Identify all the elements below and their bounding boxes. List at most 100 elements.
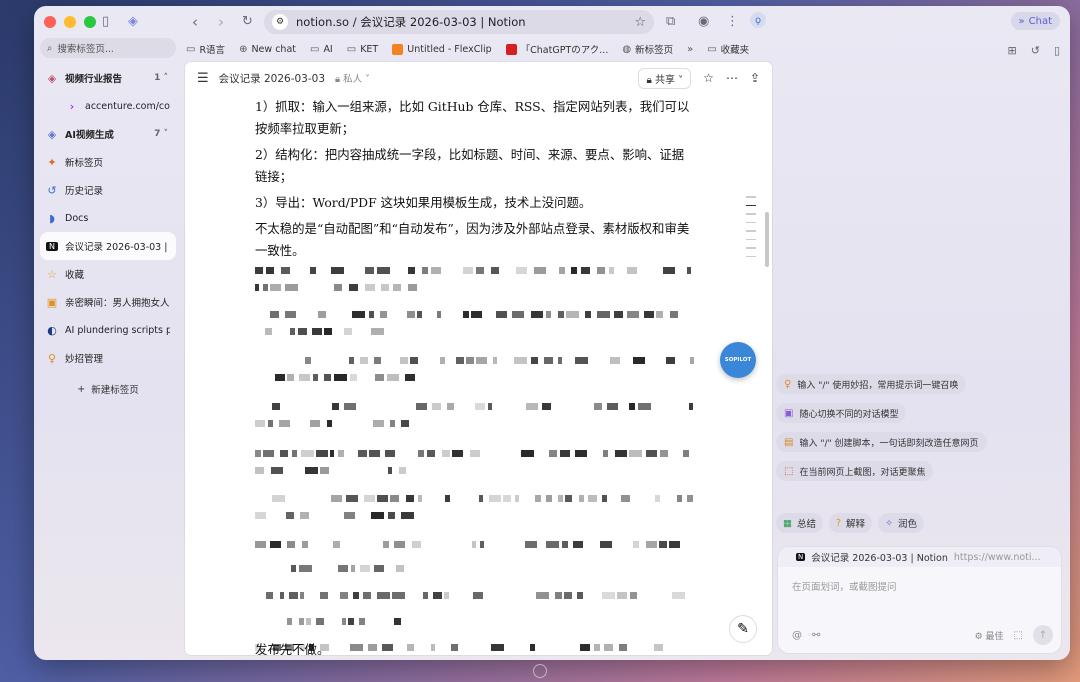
redaction-block [536, 592, 549, 599]
scrollbar[interactable] [765, 212, 769, 267]
sidebar-item-intimate[interactable]: ▣ 亲密瞬间：男人拥抱女人 [40, 288, 176, 316]
chat-button[interactable]: » Chat [1010, 12, 1060, 30]
sidebar-item-meeting-notes[interactable]: N 会议记录 2026-03-03 | N [40, 232, 176, 260]
redaction-block [672, 592, 685, 599]
extensions-icon[interactable]: ⧉ [666, 14, 675, 29]
layers-icon[interactable]: ◈ [128, 14, 138, 29]
address-bar[interactable]: ⚙ notion.so / 会议记录 2026-03-03 | Notion ☆ [264, 10, 654, 34]
flexclip-icon [392, 43, 404, 55]
sidebar-item-history[interactable]: ↺ 历史记录 [40, 176, 176, 204]
settings-sliders-icon[interactable]: ⚯ [812, 630, 820, 641]
redaction-block [646, 450, 657, 457]
chat-input-box: N 会议记录 2026-03-03 | Notion https://www.n… [777, 546, 1062, 654]
polish-button[interactable]: ✧ 润色 [878, 513, 925, 533]
site-settings-icon[interactable]: ⚙ [272, 14, 288, 30]
bookmark-item[interactable]: ▭ 收藏夹 [707, 42, 749, 57]
bookmark-item[interactable]: 「ChatGPTのアク... [505, 42, 608, 56]
maximize-window-button[interactable] [84, 16, 96, 28]
paragraph[interactable]: 1）抓取：输入一组来源，比如 GitHub 仓库、RSS、指定网站列表，我们可以… [255, 96, 695, 140]
redaction-block [562, 541, 568, 548]
bookmark-item[interactable]: ▭ AI [310, 44, 333, 55]
bookmark-item[interactable]: ▭ KET [347, 44, 379, 55]
redaction-block [377, 495, 388, 502]
close-window-button[interactable] [44, 16, 56, 28]
redaction-block [408, 284, 417, 291]
privacy-badge[interactable]: 🔒︎ 私人 ˅ [335, 71, 370, 85]
share-button[interactable]: 🔒︎ 共享 ˅ [638, 67, 692, 89]
sidebar-item-accenture[interactable]: › accenture.com/conte [40, 92, 176, 120]
sidebar-item-favorites[interactable]: ☆ 收藏 [40, 260, 176, 288]
favorite-star-icon[interactable]: ☆ [703, 71, 714, 85]
write-assistant-button[interactable]: ✎ [729, 615, 757, 643]
redaction-block [360, 565, 370, 572]
sidebar-item-ai-video[interactable]: ◈ AI视频生成 7 ˅ [40, 120, 176, 148]
redaction-block [594, 403, 602, 410]
tip-chip[interactable]: ♀ 输入 "/" 使用妙招，常用提示词一键召唤 [776, 374, 967, 394]
mention-icon[interactable]: @ [792, 630, 802, 641]
sidebar-item-new-tab-page[interactable]: ✦ 新标签页 [40, 148, 176, 176]
url-text: notion.so / 会议记录 2026-03-03 | Notion [296, 15, 526, 29]
sidebar-item-docs[interactable]: ◗ Docs [40, 204, 176, 232]
redaction-block [579, 495, 584, 502]
tab-search-input[interactable]: ⌕ 搜索标签页... [40, 38, 176, 58]
redaction-block [350, 644, 363, 651]
table-of-contents[interactable] [746, 196, 756, 257]
paragraph[interactable]: 3）导出：Word/PDF 这块如果用模板生成，技术上没问题。 [255, 192, 695, 214]
more-icon[interactable]: ⋯ [726, 71, 738, 85]
redaction-block [534, 267, 546, 274]
bookmark-item[interactable]: Untitled - FlexClip [392, 43, 492, 55]
summarize-button[interactable]: ▦ 总结 [776, 513, 823, 533]
explain-button[interactable]: ? 解释 [829, 513, 873, 533]
redaction-block [275, 374, 285, 381]
paragraph[interactable]: 发布先不做。 [255, 640, 329, 655]
redaction-block [392, 592, 405, 599]
page-title[interactable]: 会议记录 2026-03-03 [219, 71, 325, 86]
panel-layout-icon[interactable]: ▯ [1054, 44, 1060, 57]
history-icon: ↺ [47, 183, 57, 197]
redaction-block [418, 495, 422, 502]
reload-icon[interactable]: ↻ [242, 14, 253, 29]
bookmark-item[interactable]: ▭ R语言 [186, 42, 225, 57]
back-icon[interactable]: ‹ [192, 13, 198, 31]
toc-line [746, 230, 756, 232]
redaction-block [655, 495, 660, 502]
sidebar-item-video-report[interactable]: ◈ 视频行业报告 1 ˄ [40, 64, 176, 92]
menu-icon[interactable]: ☰ [197, 71, 209, 86]
paragraph[interactable]: 2）结构化：把内容抽成统一字段，比如标题、时间、来源、要点、影响、证据链接； [255, 144, 695, 188]
sopilot-button[interactable]: SOPILOT [720, 342, 756, 378]
redaction-block [338, 450, 344, 457]
tip-chip[interactable]: ⬚ 在当前网页上截图，对话更聚焦 [776, 461, 934, 481]
paragraph[interactable]: 不太稳的是“自动配图”和“自动发布”，因为涉及外部站点登录、素材版权和审美一致性… [255, 218, 695, 262]
bookmarks-overflow[interactable]: » [687, 44, 693, 55]
send-button[interactable]: ↑ [1033, 625, 1053, 645]
history-icon[interactable]: ↺ [1031, 44, 1040, 57]
redaction-block [349, 357, 354, 364]
bookmark-star-icon[interactable]: ☆ [634, 15, 646, 30]
upload-icon[interactable]: ⇪ [750, 71, 760, 85]
screenshot-icon[interactable]: ⬚ [1014, 630, 1023, 641]
page-reference[interactable]: N 会议记录 2026-03-03 | Notion https://www.n… [778, 547, 1061, 567]
browser-window: ▯ ◈ ‹ › ↻ ⚙ notion.so / 会议记录 2026-03-03 … [34, 6, 1070, 660]
forward-icon[interactable]: › [218, 13, 224, 31]
model-selector[interactable]: ⚙ 最佳 [975, 629, 1004, 642]
chat-input[interactable]: 在页面划词，或截图提问 [778, 567, 1061, 605]
minimize-window-button[interactable] [64, 16, 76, 28]
redaction-block [299, 374, 310, 381]
bookmark-item[interactable]: ⊕ New chat [239, 44, 296, 55]
sidebar-toggle-icon[interactable]: ▯ [102, 14, 109, 29]
bookmark-item[interactable]: ◍ 新标签页 [622, 42, 673, 57]
sidebar-item-ai-plundering[interactable]: ◐ AI plundering scripts po [40, 316, 176, 344]
menu-dots-icon[interactable]: ⋮ [726, 14, 739, 29]
redaction-block [580, 644, 590, 651]
redaction-block [489, 495, 501, 502]
sidebar-item-tricks[interactable]: ♀ 妙招管理 [40, 344, 176, 372]
profile-icon[interactable]: ◉ [698, 14, 709, 29]
tip-chip[interactable]: ▣ 随心切换不同的对话模型 [776, 403, 907, 423]
assistant-icon[interactable]: ϙ [750, 12, 766, 28]
redaction-block [255, 467, 264, 474]
new-tab-button[interactable]: + 新建标签页 [40, 382, 176, 397]
tip-chip[interactable]: ▤ 输入 "/" 创建脚本，一句话即刻改造任意网页 [776, 432, 987, 452]
redaction-block [546, 541, 559, 548]
new-chat-icon[interactable]: ⊞ [1008, 44, 1017, 57]
redaction-block [440, 357, 445, 364]
